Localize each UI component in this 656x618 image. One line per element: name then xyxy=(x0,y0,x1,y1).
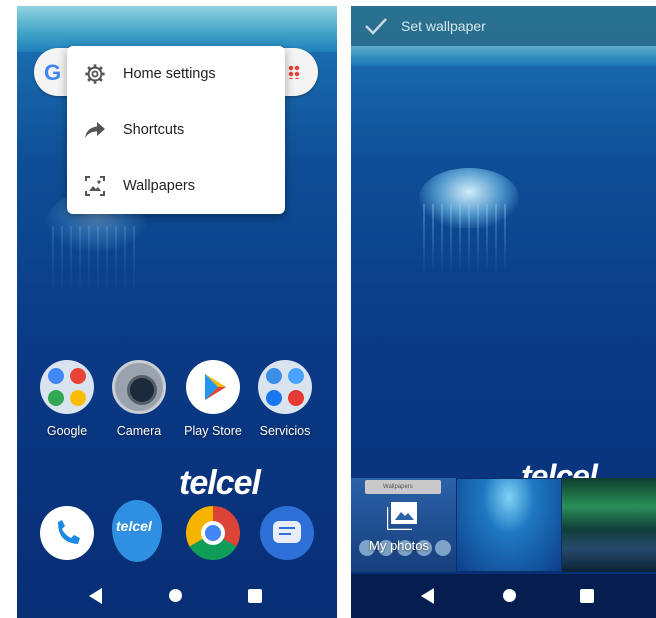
messages-icon[interactable] xyxy=(260,506,314,560)
home-icon[interactable] xyxy=(503,589,516,602)
camera-icon xyxy=(112,360,166,414)
back-icon[interactable] xyxy=(421,588,434,604)
my-photos-label: My photos xyxy=(369,538,429,553)
wallpaper-surface xyxy=(351,46,656,66)
thumb-aurora[interactable] xyxy=(562,478,656,572)
app-label: Google xyxy=(46,424,88,438)
home-icon[interactable] xyxy=(169,589,182,602)
wallpaper-thumbnail-strip: Wallpapers My photos xyxy=(351,478,656,572)
google-folder-icon xyxy=(40,360,94,414)
menu-item-shortcuts[interactable]: Shortcuts xyxy=(67,102,285,158)
wallpaper-icon xyxy=(67,176,123,196)
menu-item-home-settings[interactable]: Home settings xyxy=(67,46,285,102)
app-servicios-folder[interactable]: Servicios xyxy=(250,360,320,438)
thumb-jellyfish[interactable] xyxy=(456,478,562,572)
telcel-logo: telcel xyxy=(179,464,261,502)
telcel-icon[interactable]: telcel xyxy=(112,500,162,562)
menu-item-wallpapers[interactable]: Wallpapers xyxy=(67,158,285,214)
chrome-icon[interactable] xyxy=(186,506,240,560)
wallpaper-tentacles xyxy=(52,226,142,296)
set-wallpaper-button[interactable]: Set wallpaper xyxy=(401,18,486,34)
menu-item-label: Wallpapers xyxy=(123,178,195,194)
servicios-folder-icon xyxy=(258,360,312,414)
wallpaper-picker-screen: Set wallpaper telcel Wallpapers My photo… xyxy=(351,6,656,618)
app-play-store[interactable]: Play Store xyxy=(178,360,248,438)
app-label: Camera xyxy=(116,424,162,438)
recents-icon[interactable] xyxy=(580,589,594,603)
app-google-folder[interactable]: Google xyxy=(32,360,102,438)
telcel-icon-label: telcel xyxy=(116,518,152,534)
menu-item-label: Shortcuts xyxy=(123,122,185,138)
recents-icon[interactable] xyxy=(248,589,262,603)
app-label: Servicios xyxy=(259,424,311,438)
wallpaper-topbar: Set wallpaper xyxy=(351,6,656,46)
home-context-menu: Home settings Shortcuts Wallpapers xyxy=(67,46,285,214)
gear-icon xyxy=(67,63,123,85)
photos-icon xyxy=(385,502,417,535)
apps-dots-icon xyxy=(288,65,300,79)
app-label: Play Store xyxy=(184,424,242,438)
navigation-bar xyxy=(17,574,337,618)
home-screen: G Home settings Shortcuts Wallpapers Goo… xyxy=(17,6,337,618)
mini-menu-preview: Wallpapers xyxy=(365,480,441,494)
back-icon[interactable] xyxy=(89,588,102,604)
phone-icon[interactable] xyxy=(40,506,94,560)
thumb-my-photos[interactable]: Wallpapers My photos xyxy=(351,478,456,572)
set-wallpaper-check-icon[interactable] xyxy=(351,17,401,35)
app-camera[interactable]: Camera xyxy=(104,360,174,438)
menu-item-label: Home settings xyxy=(123,66,216,82)
wallpaper-tentacles xyxy=(423,204,513,274)
shortcut-arrow-icon xyxy=(67,122,123,138)
play-store-icon xyxy=(186,360,240,414)
google-logo-icon: G xyxy=(44,60,62,85)
navigation-bar xyxy=(351,574,656,618)
